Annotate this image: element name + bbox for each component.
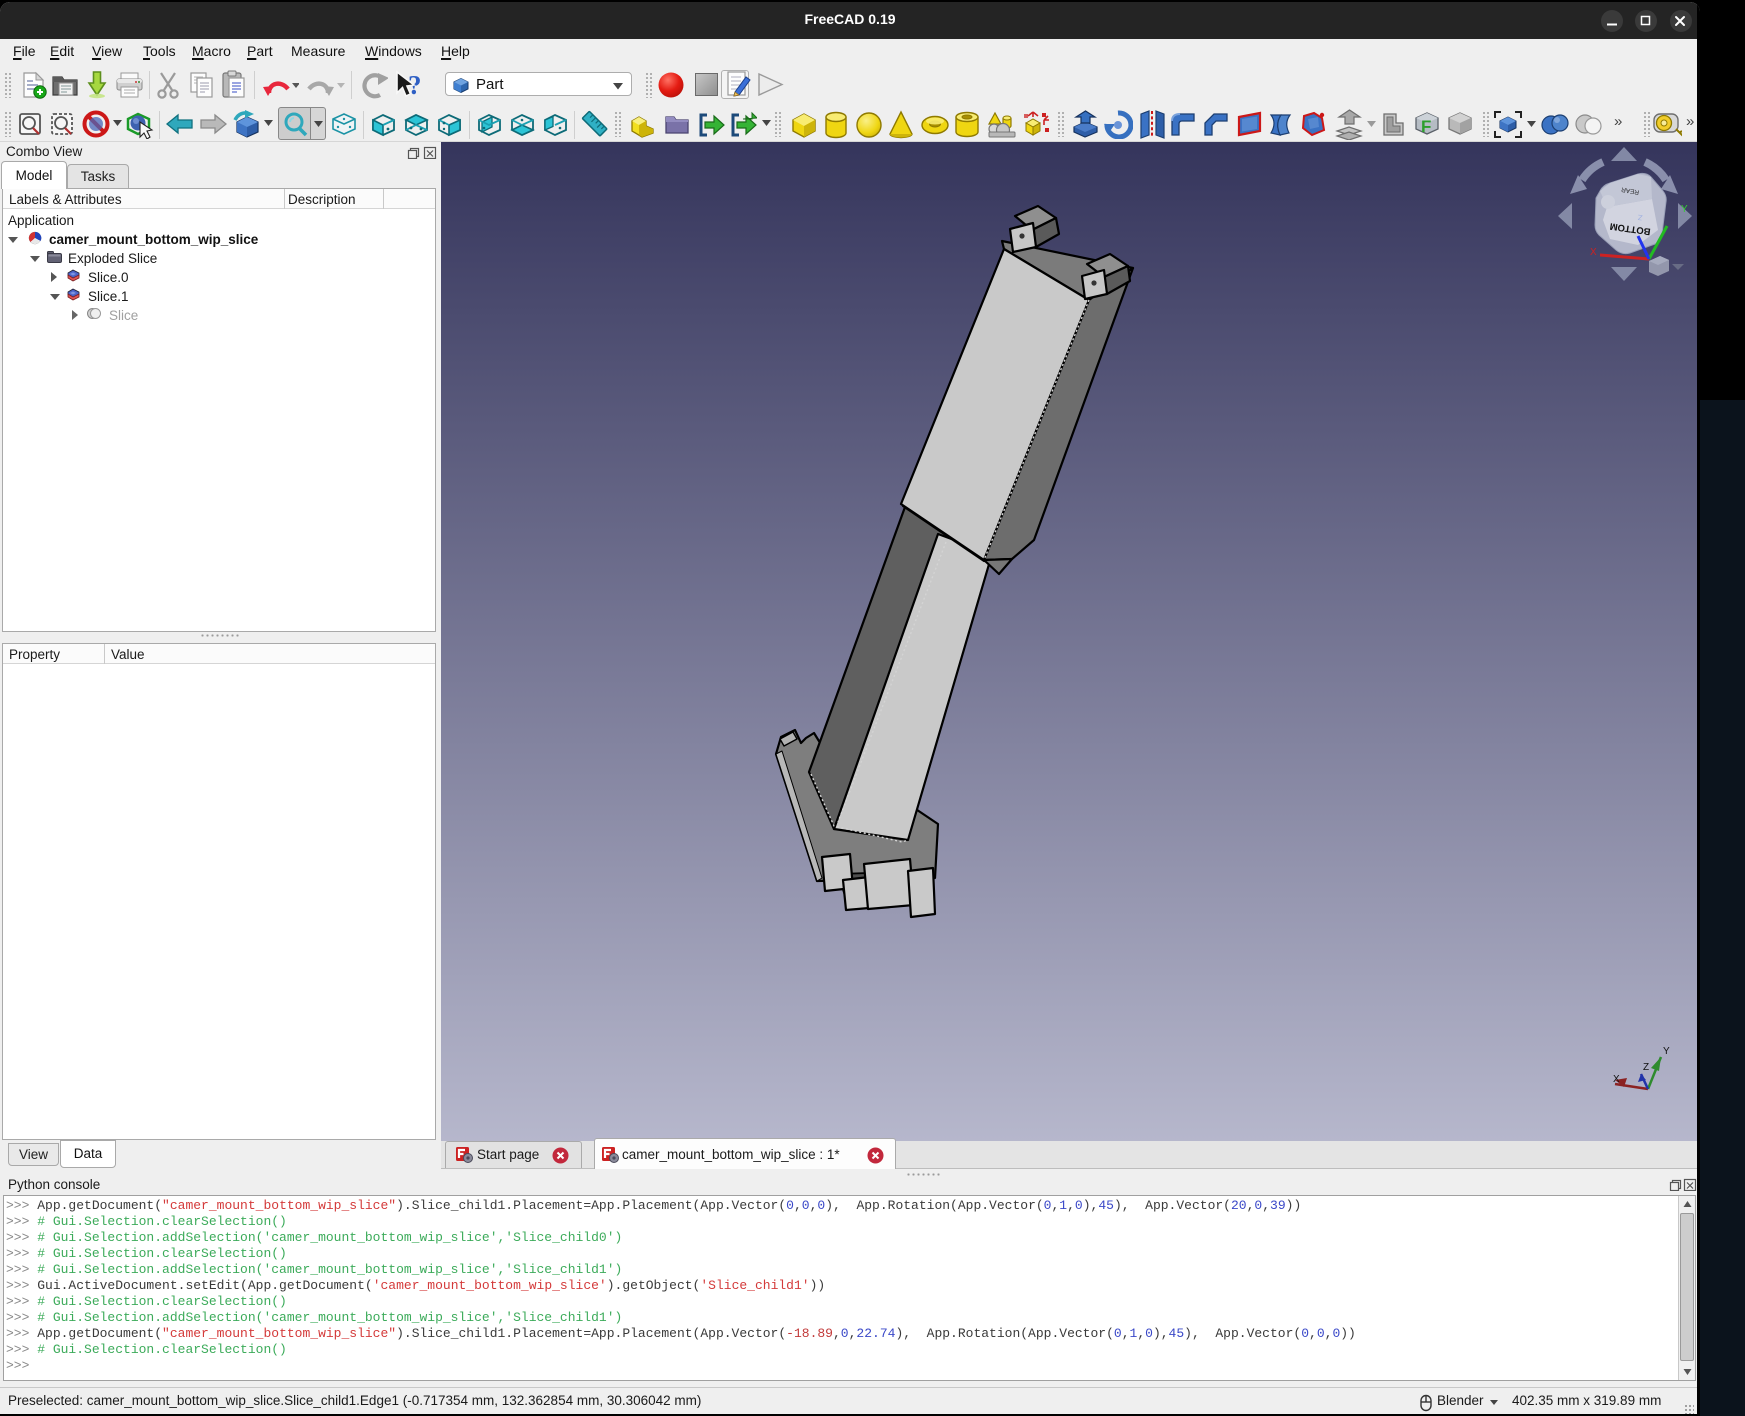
svg-text:X: X [1590, 247, 1597, 258]
svg-text:F: F [1421, 117, 1431, 136]
svg-text:Y: Y [1681, 204, 1688, 215]
svg-text:Y: Y [1663, 1046, 1670, 1057]
svg-text:Z: Z [1643, 1062, 1649, 1073]
svg-text:X: X [1613, 1074, 1620, 1085]
